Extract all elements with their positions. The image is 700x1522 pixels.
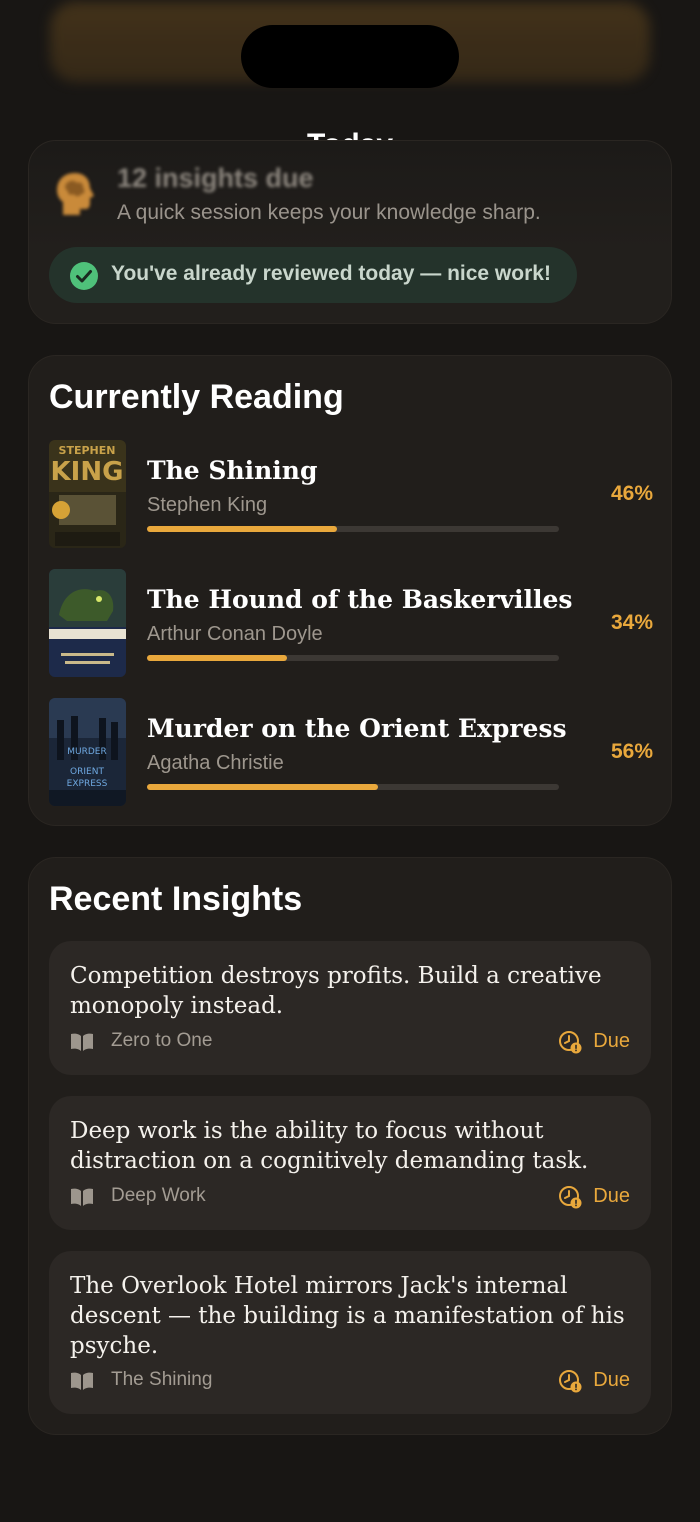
due-status: Due: [593, 1030, 630, 1052]
book-title: The Shining: [147, 456, 318, 485]
reading-percent: 56%: [610, 740, 653, 763]
reviewed-status-badge: You've already reviewed today — nice wor…: [49, 247, 577, 303]
insight-text: Deep work is the ability to focus withou…: [70, 1118, 589, 1174]
insight-card[interactable]: The Overlook Hotel mirrors Jack's intern…: [49, 1251, 651, 1414]
book-row-the-shining[interactable]: STEPHEN KING The Shining Stephen King 46…: [49, 440, 653, 548]
reading-progress-bar: [147, 655, 559, 661]
insight-meta: Zero to One Due: [70, 1029, 630, 1055]
reading-progress-fill: [147, 526, 337, 532]
book-row-hound-of-the-baskervilles[interactable]: The Hound of the Baskervilles Arthur Con…: [49, 569, 653, 677]
book-author: Agatha Christie: [147, 752, 284, 774]
reading-percent: 46%: [610, 482, 653, 505]
reading-progress-fill: [147, 655, 288, 661]
insight-meta: Deep Work Due: [70, 1184, 630, 1210]
insight-meta: The Shining Due: [70, 1368, 630, 1394]
clock-alert-icon: [559, 1370, 582, 1393]
book-cover-the-shining: STEPHEN KING: [49, 440, 126, 548]
due-subtitle: A quick session keeps your knowledge sha…: [117, 201, 541, 224]
check-circle-icon: [70, 262, 98, 290]
insight-text: Competition destroys profits. Build a cr…: [70, 963, 602, 1019]
book-title: The Hound of the Baskervilles: [147, 585, 573, 614]
insight-card[interactable]: Deep work is the ability to focus withou…: [49, 1096, 651, 1230]
open-book-icon: [71, 1372, 93, 1390]
reading-percent: 34%: [610, 611, 653, 634]
svg-text:STEPHEN: STEPHEN: [59, 444, 116, 457]
insight-text: The Overlook Hotel mirrors Jack's intern…: [70, 1273, 625, 1359]
recent-insights-card: Recent Insights Competition destroys pro…: [28, 857, 672, 1435]
reviewed-message: You've already reviewed today — nice wor…: [111, 262, 551, 285]
book-author: Arthur Conan Doyle: [147, 623, 323, 645]
clock-alert-icon: [559, 1031, 582, 1054]
open-book-icon: [71, 1188, 93, 1206]
due-status: Due: [593, 1185, 630, 1207]
insight-book-name: The Shining: [111, 1369, 213, 1390]
book-row-murder-on-the-orient-express[interactable]: MURDER ORIENT EXPRESS Murder on the Orie…: [49, 698, 653, 806]
currently-reading-card: Currently Reading STEPHEN KING The Shini…: [28, 355, 672, 826]
svg-text:KING: KING: [51, 457, 124, 487]
section-title-currently-reading: Currently Reading: [49, 378, 344, 416]
book-author: Stephen King: [147, 494, 268, 516]
book-cover-hound: [49, 569, 126, 677]
reading-progress-bar: [147, 784, 559, 790]
svg-text:ORIENT: ORIENT: [70, 767, 104, 777]
reading-progress-bar: [147, 526, 559, 532]
svg-text:EXPRESS: EXPRESS: [67, 779, 108, 789]
camera-notch: [241, 25, 459, 88]
today-card: 12 insights due A quick session keeps yo…: [28, 140, 672, 324]
clock-alert-icon: [559, 1186, 582, 1209]
svg-text:MURDER: MURDER: [67, 747, 106, 757]
due-status: Due: [593, 1369, 630, 1391]
open-book-icon: [71, 1033, 93, 1051]
book-cover-orient-express: MURDER ORIENT EXPRESS: [49, 698, 126, 806]
reading-progress-fill: [147, 784, 378, 790]
insight-book-name: Deep Work: [111, 1185, 206, 1206]
insight-book-name: Zero to One: [111, 1030, 213, 1051]
insight-card[interactable]: Competition destroys profits. Build a cr…: [49, 941, 651, 1075]
section-title-recent-insights: Recent Insights: [49, 880, 303, 918]
brain-head-icon: [57, 173, 94, 215]
due-count: 12 insights due: [117, 163, 314, 193]
book-title: Murder on the Orient Express: [147, 714, 567, 743]
